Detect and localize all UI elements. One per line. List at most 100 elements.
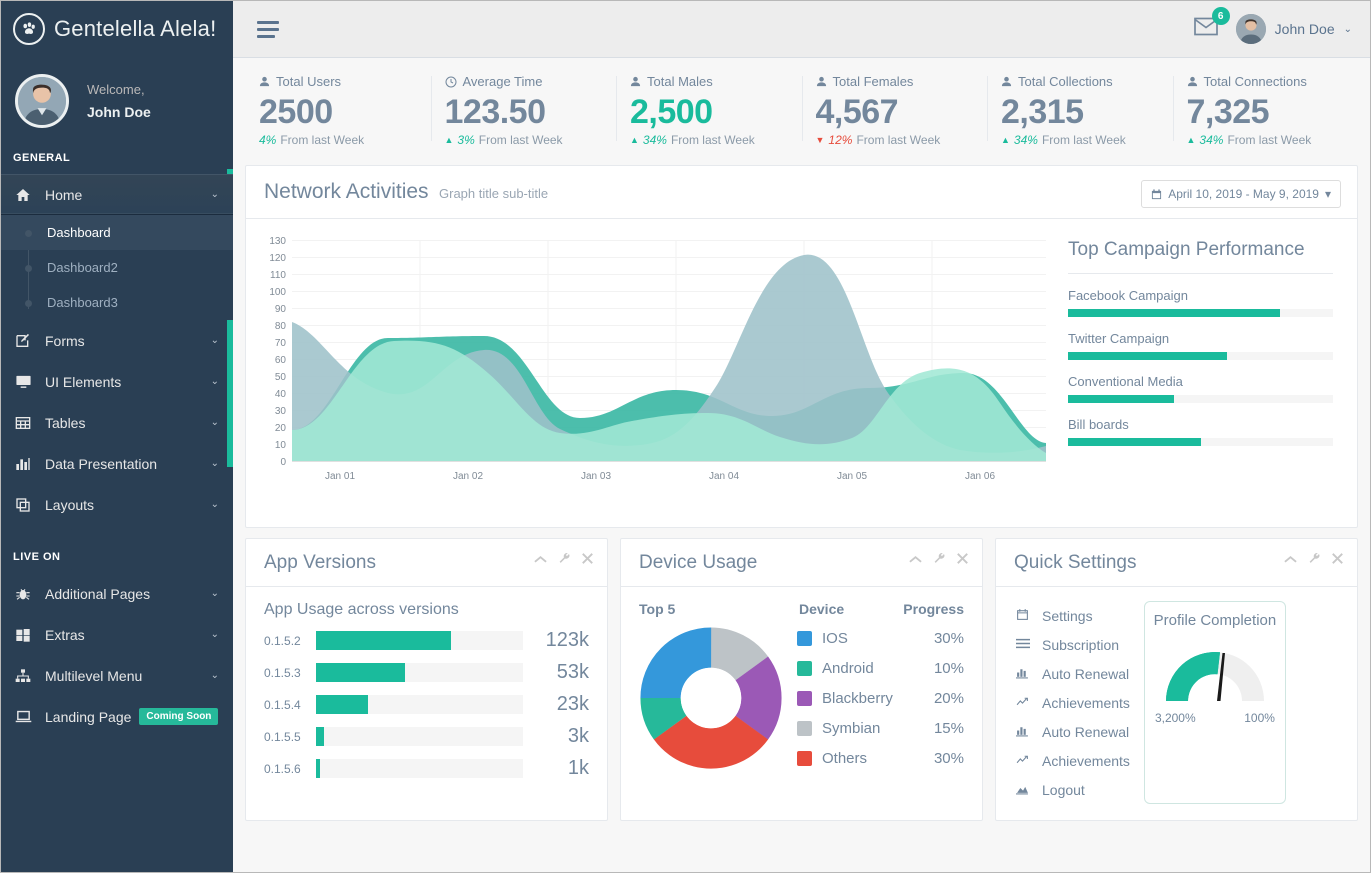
- quick-setting-achievements-1[interactable]: Achievements: [1014, 688, 1130, 717]
- tile-sub: ▲ 34% From last Week: [1001, 133, 1163, 147]
- sidebar-item-landing-page[interactable]: Landing Page Coming Soon: [1, 696, 233, 737]
- device-name: Others: [822, 749, 868, 767]
- x-tick-label: Jan 06: [965, 471, 995, 482]
- campaign-title: Top Campaign Performance: [1068, 239, 1333, 274]
- svg-text:10: 10: [275, 440, 287, 451]
- sidebar-item-data-presentation[interactable]: Data Presentation ⌄: [1, 443, 233, 484]
- panel-title: App Versions: [264, 552, 376, 573]
- tile-pct: 34%: [1013, 133, 1038, 147]
- sidebar-item-tables[interactable]: Tables ⌄: [1, 402, 233, 443]
- quick-settings-panel: Quick Settings Settings Subscription Aut…: [995, 538, 1358, 821]
- chevron-down-icon: ⌄: [210, 588, 219, 599]
- tile-value: 7,325: [1186, 93, 1270, 131]
- chevron-up-icon[interactable]: [1284, 553, 1297, 566]
- svg-text:90: 90: [275, 304, 287, 315]
- quick-setting-auto-renewal-2[interactable]: Auto Renewal: [1014, 717, 1130, 746]
- wrench-icon[interactable]: [558, 552, 571, 567]
- close-icon[interactable]: [957, 553, 968, 566]
- chevron-up-icon[interactable]: [534, 553, 547, 566]
- version-value: 123k: [545, 629, 589, 651]
- tile-note: From last Week: [478, 133, 563, 147]
- version-label: 0.1.5.2: [264, 633, 301, 648]
- coming-soon-badge: Coming Soon: [139, 708, 219, 725]
- progress-fill: [316, 727, 325, 746]
- menu-toggle-button[interactable]: [233, 1, 303, 58]
- progress-fill: [1068, 395, 1174, 403]
- user-icon: [816, 76, 826, 87]
- progress-track: [1068, 395, 1333, 403]
- sidebar-item-dashboard2[interactable]: Dashboard2: [1, 250, 233, 285]
- version-value: 1k: [567, 757, 589, 779]
- paw-icon: [13, 13, 45, 45]
- sidebar-item-extras[interactable]: Extras ⌄: [1, 614, 233, 655]
- device-legend: IOS 30% Android 10% Blackberry 20% Symbi…: [797, 623, 964, 773]
- progress-track: [1068, 438, 1333, 446]
- chevron-down-icon: ⌄: [1343, 23, 1352, 35]
- panel-title: Quick Settings: [1014, 552, 1137, 573]
- device-percent: 30%: [933, 629, 964, 647]
- main-area: 6 John Doe ⌄ Total Users 2500 4% From la…: [233, 1, 1370, 872]
- quick-setting-settings[interactable]: Settings: [1014, 601, 1130, 630]
- tile-note: From last Week: [856, 133, 941, 147]
- user-menu-button[interactable]: John Doe ⌄: [1235, 14, 1352, 44]
- panel-tools: [1284, 552, 1343, 567]
- sidebar-item-multilevel-menu[interactable]: Multilevel Menu ⌄: [1, 655, 233, 696]
- quick-setting-label: Logout: [1042, 781, 1085, 798]
- svg-text:20: 20: [275, 423, 287, 434]
- device-legend-row: Blackberry 20%: [797, 683, 964, 713]
- sidebar-section-general: GENERAL: [13, 152, 71, 164]
- messages-button[interactable]: 6: [1190, 7, 1230, 45]
- quick-setting-achievements-2[interactable]: Achievements: [1014, 746, 1130, 775]
- tile-pct: 4%: [259, 133, 277, 147]
- close-icon[interactable]: [582, 553, 593, 566]
- quick-setting-auto-renewal-1[interactable]: Auto Renewal: [1014, 659, 1130, 688]
- app-version-row: 0.1.5.6 1k: [264, 757, 589, 780]
- app-version-row: 0.1.5.2 123k: [264, 629, 589, 652]
- hamburger-icon: [257, 20, 279, 38]
- date-range-text: April 10, 2019 - May 9, 2019: [1168, 187, 1319, 201]
- app-versions-body: App Usage across versions 0.1.5.2 123k 0…: [246, 587, 607, 805]
- progress-fill: [316, 759, 321, 778]
- tile-pct: 12%: [828, 133, 853, 147]
- device-usage-panel: Device Usage Top 5 Device Progress IOS 3…: [620, 538, 983, 821]
- chevron-up-icon[interactable]: [909, 553, 922, 566]
- app-version-row: 0.1.5.4 23k: [264, 693, 589, 716]
- tile-label: Total Connections: [1203, 74, 1307, 89]
- tile-head: Total Collections: [1001, 74, 1163, 89]
- quick-setting-logout[interactable]: Logout: [1014, 775, 1130, 804]
- progress-fill: [316, 631, 451, 650]
- sidebar-item-additional-pages[interactable]: Additional Pages ⌄: [1, 573, 233, 614]
- sidebar-item-dashboard[interactable]: Dashboard: [1, 215, 233, 250]
- campaign-item: Bill boards: [1068, 403, 1333, 446]
- progress-fill: [316, 695, 368, 714]
- brand[interactable]: Gentelella Alela!: [1, 1, 233, 58]
- gauge-min-label: 3,200%: [1154, 711, 1196, 725]
- quick-setting-subscription[interactable]: Subscription: [1014, 630, 1130, 659]
- sidebar-profile: Welcome, John Doe: [1, 58, 233, 144]
- close-icon[interactable]: [1332, 553, 1343, 566]
- top-navbar: 6 John Doe ⌄: [233, 1, 1370, 58]
- chevron-down-icon: ⌄: [210, 499, 219, 510]
- wrench-icon[interactable]: [1308, 552, 1321, 567]
- sidebar-item-dashboard3[interactable]: Dashboard3: [1, 285, 233, 320]
- user-icon: [1187, 76, 1197, 87]
- x-tick-label: Jan 04: [709, 471, 739, 482]
- svg-text:60: 60: [275, 355, 287, 366]
- sidebar-item-forms[interactable]: Forms ⌄: [1, 320, 233, 361]
- column-top5: Top 5: [639, 601, 676, 617]
- page-subtitle: Graph title sub-title: [439, 186, 549, 201]
- date-range-picker[interactable]: April 10, 2019 - May 9, 2019 ▾: [1141, 180, 1341, 208]
- x-tick-label: Jan 03: [581, 471, 611, 482]
- tile-label: Total Users: [276, 74, 342, 89]
- sidebar-item-home[interactable]: Home ⌄: [1, 174, 233, 215]
- wrench-icon[interactable]: [933, 552, 946, 567]
- tile-sub: ▲ 3% From last Week: [445, 133, 607, 147]
- calendar-icon: [1152, 188, 1162, 199]
- tile-note: From last Week: [1227, 133, 1312, 147]
- laptop-icon: [13, 708, 33, 725]
- tile-value: 2,315: [1001, 93, 1084, 131]
- sidebar-item-ui-elements[interactable]: UI Elements ⌄: [1, 361, 233, 402]
- sidebar-item-layouts[interactable]: Layouts ⌄: [1, 484, 233, 525]
- sidebar-item-home-label: Home: [45, 186, 83, 203]
- tile-head: Average Time: [445, 74, 607, 89]
